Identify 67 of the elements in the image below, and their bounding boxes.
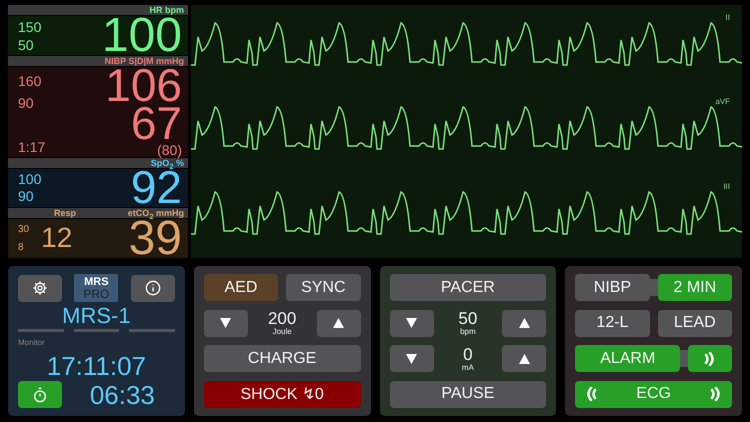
decrease-button[interactable] bbox=[390, 310, 434, 337]
vital-label: Resp bbox=[54, 208, 76, 218]
down-triangle-icon bbox=[405, 352, 418, 365]
vital-value: 67 bbox=[130, 105, 182, 143]
decrease-button[interactable] bbox=[204, 310, 248, 337]
pacer-value: 0 bbox=[463, 346, 473, 363]
decrease-button[interactable] bbox=[390, 345, 434, 372]
nibp-button[interactable]: NIBP bbox=[575, 274, 650, 301]
alarm-limit: 100 bbox=[18, 171, 42, 188]
alarm-limit: 90 bbox=[18, 95, 35, 112]
settings-button[interactable] bbox=[18, 274, 62, 302]
elapsed-timer: 06:33 bbox=[88, 382, 156, 408]
mode-label: Monitor bbox=[18, 338, 45, 347]
vital-value: 106 bbox=[105, 67, 182, 106]
info-button[interactable] bbox=[130, 274, 175, 302]
nibp-time: 1:17 bbox=[18, 138, 46, 155]
vital-value: 92 bbox=[130, 168, 182, 207]
resp-value: 12 bbox=[41, 222, 72, 254]
vital-label: HR bpm bbox=[150, 5, 184, 15]
lead-label: II bbox=[726, 13, 730, 22]
alarm-limit: 8 bbox=[18, 242, 25, 253]
vital-label: NIBP S|D|M mmHg bbox=[104, 56, 184, 66]
twelve-lead-button[interactable]: 12-L bbox=[575, 310, 650, 337]
down-triangle-icon bbox=[405, 317, 418, 330]
nibp-mean: (80) bbox=[157, 142, 182, 157]
mode-tab[interactable]: AED bbox=[204, 274, 278, 301]
sound-waves-left-icon bbox=[585, 387, 598, 402]
alarm-limit: 50 bbox=[18, 36, 35, 52]
pause-button[interactable]: PAUSE bbox=[390, 380, 546, 408]
vital-value: 100 bbox=[102, 16, 182, 56]
device-name: MRS-1 bbox=[61, 304, 132, 326]
logo: MRS PRO bbox=[74, 274, 118, 302]
increase-button[interactable] bbox=[502, 345, 546, 372]
lead-button[interactable]: LEAD bbox=[658, 310, 732, 337]
increase-button[interactable] bbox=[316, 310, 360, 337]
sound-waves-right-icon bbox=[704, 352, 716, 366]
energy-unit: Joule bbox=[272, 327, 292, 336]
shock-button[interactable]: SHOCK ↯0 bbox=[204, 380, 360, 408]
pacer-button[interactable]: PACER bbox=[390, 274, 546, 301]
charge-button[interactable]: CHARGE bbox=[204, 345, 360, 372]
down-triangle-icon bbox=[219, 317, 232, 330]
alarm-sound-button[interactable] bbox=[688, 345, 732, 372]
timer-button[interactable] bbox=[18, 381, 62, 408]
energy-value: 200 bbox=[268, 310, 296, 328]
up-triangle-icon bbox=[332, 317, 345, 330]
up-triangle-icon bbox=[518, 317, 531, 330]
connector-bar bbox=[680, 350, 688, 368]
pacer-unit: mA bbox=[462, 362, 474, 372]
alarm-limit: 90 bbox=[18, 188, 35, 204]
lead-label: aVF bbox=[715, 97, 730, 106]
info-icon bbox=[144, 280, 161, 296]
mode-tab[interactable]: SYNC bbox=[286, 274, 360, 301]
vital-value: 39 bbox=[128, 218, 182, 258]
pacer-value: 50 bbox=[458, 310, 478, 328]
alarm-limit: 160 bbox=[18, 73, 42, 90]
settings-icon bbox=[32, 280, 48, 296]
pacer-unit: bpm bbox=[460, 327, 476, 336]
up-triangle-icon bbox=[518, 352, 531, 365]
lead-label: III bbox=[723, 182, 730, 191]
clock: 17:11:07 bbox=[46, 352, 148, 378]
vital-label: SpO$_{2}$ % bbox=[150, 158, 184, 168]
alarm-limit: 150 bbox=[18, 18, 42, 35]
vital-label: etCO$_{2}$ mmHg bbox=[128, 208, 184, 218]
increase-button[interactable] bbox=[502, 310, 546, 337]
sound-waves-right-icon bbox=[710, 387, 722, 402]
alarm-limit: 30 bbox=[18, 224, 30, 235]
stopwatch-icon bbox=[32, 386, 48, 402]
